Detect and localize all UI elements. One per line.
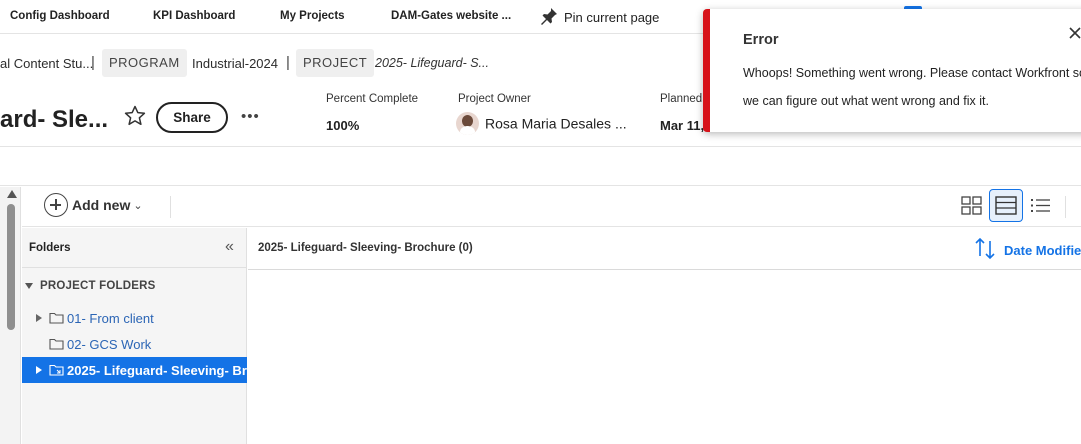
nav-dam-gates-website[interactable]: DAM-Gates website ... — [391, 10, 511, 22]
folder-heading: 2025- Lifeguard- Sleeving- Brochure (0) — [258, 242, 473, 254]
sort-button[interactable]: Date Modifie — [974, 236, 1081, 267]
star-icon[interactable] — [124, 105, 146, 127]
add-new-label: Add new — [72, 197, 131, 213]
app-root: Config Dashboard KPI Dashboard My Projec… — [0, 0, 1081, 444]
list-view-button[interactable] — [1023, 189, 1057, 222]
scroll-up-icon[interactable] — [7, 190, 17, 198]
folder-item[interactable]: 01- From client — [22, 305, 247, 331]
folders-title: Folders — [29, 242, 71, 254]
error-title: Error — [743, 32, 779, 48]
folders-panel: Folders « PROJECT FOLDERS 01- From clien… — [22, 228, 278, 444]
breadcrumb-separator: | — [286, 54, 290, 71]
percent-complete-label: Percent Complete — [326, 93, 419, 105]
pin-current-page-button[interactable]: Pin current page — [540, 7, 659, 25]
nav-kpi-dashboard[interactable]: KPI Dashboard — [153, 10, 235, 22]
grid-view-icon — [961, 196, 982, 215]
error-toast: Error Whoops! Something went wrong. Plea… — [703, 9, 1081, 132]
share-button[interactable]: Share — [156, 102, 228, 133]
toolbar-divider — [1065, 196, 1066, 218]
page-title: ard- Sle... — [0, 106, 109, 133]
folder-label: 2025- Lifeguard- Sleeving- Brochu — [67, 363, 278, 378]
toolbar-divider — [170, 196, 171, 218]
list-view-icon — [1031, 199, 1050, 212]
breadcrumb-program[interactable]: Industrial-2024 — [192, 56, 278, 71]
spacer-row — [0, 148, 1081, 186]
table-view-button[interactable] — [989, 189, 1023, 222]
pin-current-page-label: Pin current page — [564, 10, 660, 25]
expand-arrow-icon[interactable] — [36, 314, 42, 322]
nav-config-dashboard[interactable]: Config Dashboard — [10, 10, 110, 22]
chevron-down-icon: ⌄ — [133, 199, 143, 212]
more-options-icon[interactable]: ••• — [241, 108, 260, 125]
folder-icon — [49, 338, 64, 350]
project-owner[interactable]: Rosa Maria Desales ... — [456, 112, 627, 135]
folder-label: 01- From client — [67, 311, 154, 326]
caret-down-icon[interactable] — [25, 283, 33, 289]
documents-list-header: 2025- Lifeguard- Sleeving- Brochure (0) … — [248, 228, 1081, 270]
project-owner-label: Project Owner — [458, 93, 531, 105]
folder-icon — [49, 312, 64, 324]
folder-label: 02- GCS Work — [67, 337, 152, 352]
folder-item[interactable]: 02- GCS Work — [22, 331, 247, 357]
close-icon[interactable] — [1068, 26, 1081, 40]
breadcrumb-separator: | — [91, 54, 95, 71]
project-folders-label: PROJECT FOLDERS — [40, 280, 156, 292]
program-tag: PROGRAM — [102, 49, 187, 77]
project-owner-name: Rosa Maria Desales ... — [485, 115, 627, 132]
table-view-icon — [995, 196, 1017, 215]
linked-folder-icon — [49, 364, 64, 376]
pin-icon — [541, 8, 557, 25]
documents-toolbar: Add new ⌄ — [22, 187, 1081, 227]
sort-icon — [975, 237, 995, 260]
percent-complete-value: 100% — [326, 118, 360, 133]
vertical-scrollbar[interactable] — [0, 187, 21, 444]
folder-item-selected[interactable]: 2025- Lifeguard- Sleeving- Brochu — [22, 357, 278, 383]
sort-label: Date Modifie — [1004, 243, 1081, 258]
avatar — [456, 112, 479, 135]
collapse-panel-icon[interactable]: « — [225, 238, 234, 256]
project-tag: PROJECT — [296, 49, 375, 77]
grid-view-button[interactable] — [955, 189, 989, 222]
nav-my-projects[interactable]: My Projects — [280, 10, 345, 22]
error-message: Whoops! Something went wrong. Please con… — [743, 66, 1081, 108]
planned-label: Planned — [660, 93, 703, 105]
folders-header: Folders « — [22, 228, 246, 268]
plus-circle-icon — [44, 193, 68, 217]
scrollbar-thumb[interactable] — [7, 204, 15, 330]
breadcrumb-portfolio[interactable]: al Content Stu... — [0, 56, 93, 71]
add-new-button[interactable]: Add new ⌄ — [44, 193, 143, 217]
expand-arrow-icon[interactable] — [36, 366, 42, 374]
breadcrumb-project[interactable]: 2025- Lifeguard- S... — [375, 56, 489, 70]
